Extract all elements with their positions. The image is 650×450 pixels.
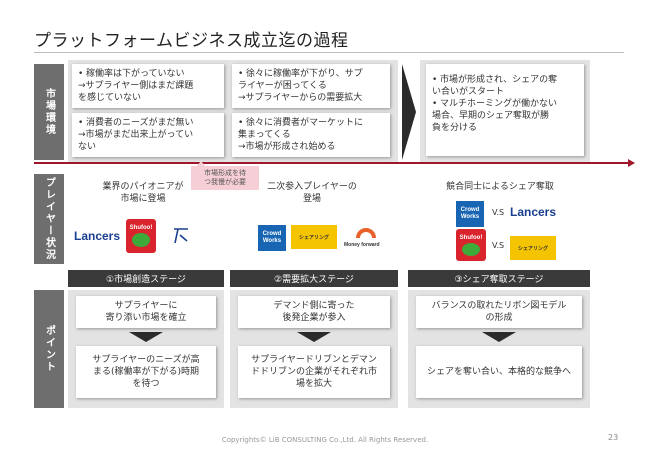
point-text: を待つ — [132, 379, 160, 389]
market-card-text: い合いがスタート — [432, 87, 505, 97]
heading-line: 二次参入プレイヤーの — [267, 182, 357, 192]
market-card-text: 稼働率は下がっていない — [78, 68, 218, 80]
lancers-logo: Lancers — [74, 229, 121, 243]
point-s1-top: サプライヤーに 寄り添い市場を確立 — [76, 296, 216, 328]
point-text: 後発企業が参入 — [282, 313, 346, 323]
market-card-text: 負を分ける — [432, 123, 478, 133]
point-text: まる(稼働率が下がる)時期 — [92, 367, 200, 377]
players-col1-heading: 業界のパイオニアが 市場に登場 — [88, 181, 198, 205]
down-arrow-icon — [482, 332, 516, 342]
shufoo-logo: Shufoo! — [456, 229, 486, 261]
timeline-line — [34, 162, 632, 164]
stage-2-header: ②需要拡大ステージ — [230, 270, 398, 287]
page-title: プラットフォームビジネス成立迄の過程 — [34, 31, 349, 51]
point-text: シェアを奪い合い、本格的な競争へ — [426, 367, 571, 377]
vs-label: V.S — [492, 241, 505, 250]
callout-text: 市場形成を待 — [204, 169, 246, 177]
heading-line: 競合同士によるシェア奪取 — [446, 182, 554, 192]
point-text: デマンド側に寄った — [273, 301, 355, 311]
market-card-text: 市場が形成され、シェアの奪 — [432, 74, 578, 86]
market-card-text: 消費者のニーズがまだ無い — [78, 117, 218, 129]
market-card-text: →サプライヤーからの需要拡大 — [238, 93, 363, 103]
down-arrow-icon — [297, 332, 331, 342]
market-card-text: 徐々に稼働率が下がり、サプ — [238, 68, 384, 80]
side-label-market: 市場環境 — [34, 64, 64, 160]
vs-label: V.S — [492, 208, 505, 217]
crowdworks-logo-text: Crowd — [262, 231, 282, 237]
point-s3-bottom: シェアを奪い合い、本格的な競争へ — [416, 346, 582, 398]
point-text: 寄り添い市場を確立 — [105, 313, 187, 323]
point-text: サプライヤーに — [114, 301, 178, 311]
patience-callout: 市場形成を待 つ我慢が必要 — [191, 161, 259, 190]
lancers-logo: Lancers — [510, 205, 557, 219]
title-divider — [34, 52, 624, 53]
side-label-points-text: ポイント — [43, 325, 55, 373]
crowdworks-logo-text: Works — [460, 214, 480, 220]
market-card-utilization: 稼働率は下がっていない →サプライヤー側はまだ課題 を感じていない — [72, 64, 224, 108]
point-text: の形成 — [485, 313, 513, 323]
point-text: ドドリブンの企業がそれぞれ市 — [250, 367, 377, 377]
sharing-brand-text: シェアリング — [298, 234, 329, 241]
heading-line: 市場に登場 — [120, 194, 166, 204]
moneyforward-logo: Money forward — [344, 242, 380, 248]
sharing-brand-logo: シェアリング — [510, 236, 556, 260]
market-card-text: ない — [78, 142, 97, 152]
frog-icon — [132, 233, 150, 247]
market-card-text: →市場が形成され始める — [238, 142, 336, 152]
page-number: 23 — [608, 433, 619, 442]
market-card-text: マルチホーミングが働かない — [432, 98, 578, 110]
copyright-footer: Copyrights© LiB CONSULTING Co.,Ltd. All … — [221, 436, 429, 444]
heading-line: 登場 — [302, 194, 321, 204]
point-s2-bottom: サプライヤードリブンとデマン ドドリブンの企業がそれぞれ市 場を拡大 — [238, 346, 390, 398]
progress-chevron-icon — [402, 64, 416, 160]
market-card-text: 場合、早期のシェア奪取が勝 — [432, 111, 550, 121]
side-label-points: ポイント — [34, 290, 64, 408]
players-col2-heading: 二次参入プレイヤーの 登場 — [252, 181, 372, 205]
heading-line: 業界のパイオニアが — [102, 182, 184, 192]
point-s2-top: デマンド側に寄った 後発企業が参入 — [238, 296, 390, 328]
shufoo-logo-text: Shufoo! — [129, 225, 153, 231]
side-label-players-text: プレイヤー状況 — [43, 177, 55, 261]
market-card-text: を感じていない — [78, 93, 142, 103]
market-card-market-forming: 徐々に消費者がマーケットに 集まってくる →市場が形成され始める — [232, 113, 390, 157]
crowdworks-logo-text: Works — [262, 238, 282, 244]
shufoo-logo-text: Shufoo! — [459, 234, 483, 241]
side-label-players: プレイヤー状況 — [34, 174, 64, 264]
side-label-market-text: 市場環境 — [43, 88, 55, 136]
down-arrow-icon — [129, 332, 163, 342]
point-s1-bottom: サプライヤーのニーズが高 まる(稼働率が下がる)時期 を待つ — [76, 346, 216, 398]
crowdworks-logo: Crowd Works — [258, 225, 286, 251]
sharing-brand-text: シェアリング — [517, 245, 548, 252]
timeline-arrow-icon — [628, 159, 635, 167]
market-card-supplier-demand: 徐々に稼働率が下がり、サプ ライヤーが困ってくる →サプライヤーからの需要拡大 — [232, 64, 390, 108]
callout-text: つ我慢が必要 — [204, 178, 246, 186]
crowdworks-logo: Crowd Works — [456, 201, 484, 227]
sharing-brand-logo: シェアリング — [291, 225, 337, 249]
players-col3-heading: 競合同士によるシェア奪取 — [430, 181, 570, 193]
market-card-share-battle: 市場が形成され、シェアの奪 い合いがスタート マルチホーミングが働かない 場合、… — [426, 64, 584, 156]
market-card-text: ライヤーが困ってくる — [238, 81, 327, 91]
market-card-consumer-needs: 消費者のニーズがまだ無い →市場がまだ出来上がってい ない — [72, 113, 224, 157]
point-s3-top: バランスの取れたリボン図モデル の形成 — [416, 296, 582, 328]
point-text: 場を拡大 — [295, 379, 332, 389]
moneyforward-mark-icon — [356, 228, 376, 239]
market-card-text: 集まってくる — [238, 130, 291, 140]
market-card-text: 徐々に消費者がマーケットに — [238, 117, 384, 129]
market-card-text: →市場がまだ出来上がってい — [78, 130, 194, 140]
stage-1-header: ①市場創造ステージ — [68, 270, 224, 287]
shufoo-logo: Shufoo! — [126, 219, 156, 253]
market-card-text: →サプライヤー側はまだ課題 — [78, 81, 194, 91]
point-text: バランスの取れたリボン図モデル — [431, 301, 567, 311]
pioneer-brand-icon — [174, 228, 188, 244]
point-text: サプライヤードリブンとデマン — [251, 355, 377, 365]
point-text: サプライヤーのニーズが高 — [92, 355, 200, 365]
frog-icon — [462, 242, 480, 256]
stage-3-header: ③シェア奪取ステージ — [408, 270, 590, 287]
crowdworks-logo-text: Crowd — [460, 207, 480, 213]
